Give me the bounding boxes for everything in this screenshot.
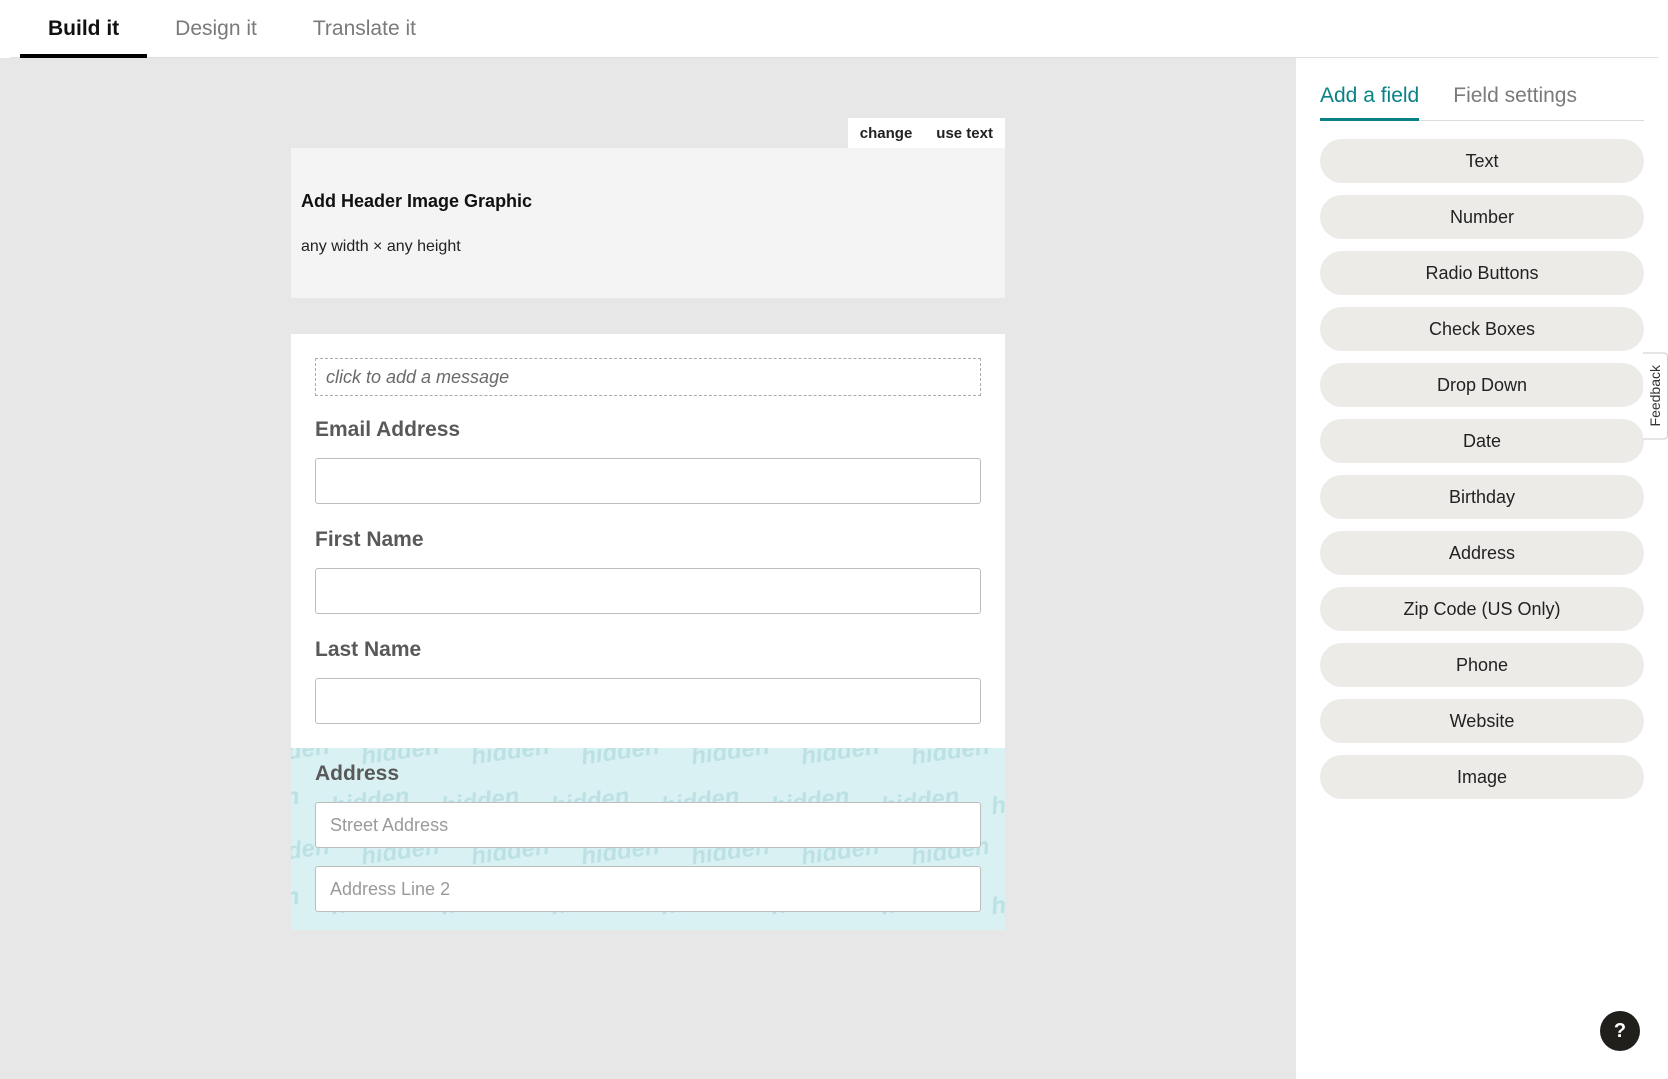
sidebar-tab-add-field[interactable]: Add a field: [1320, 78, 1419, 120]
field-type-zip-code-us-only[interactable]: Zip Code (US Only): [1320, 587, 1644, 631]
field-first-name-input[interactable]: [315, 568, 981, 614]
workspace: change use text Add Header Image Graphic…: [0, 58, 1668, 1079]
field-address-hidden[interactable]: hiddenhiddenhiddenhiddenhiddenhiddenhidd…: [291, 748, 1005, 930]
field-email-label: Email Address: [315, 418, 981, 442]
field-type-list: Text Number Radio Buttons Check Boxes Drop D…: [1320, 139, 1644, 799]
feedback-tab[interactable]: Feedback: [1643, 352, 1668, 439]
form-card: click to add a message Email Address Fir…: [291, 334, 1005, 930]
sidebar-tabs: Add a field Field settings: [1320, 78, 1644, 121]
sidebar: Add a field Field settings Text Number Rad…: [1296, 58, 1668, 1079]
sidebar-tab-field-settings[interactable]: Field settings: [1453, 78, 1577, 120]
field-email[interactable]: Email Address: [315, 418, 981, 504]
field-first-name[interactable]: First Name: [315, 528, 981, 614]
header-image-subtitle: any width × any height: [301, 238, 995, 256]
help-button[interactable]: ?: [1600, 1011, 1640, 1051]
field-type-birthday[interactable]: Birthday: [1320, 475, 1644, 519]
field-address-label: Address: [315, 762, 981, 786]
field-last-name[interactable]: Last Name: [315, 638, 981, 724]
header-image-title: Add Header Image Graphic: [301, 191, 995, 212]
top-tabs: Build it Design it Translate it: [10, 0, 1658, 58]
field-type-check-boxes[interactable]: Check Boxes: [1320, 307, 1644, 351]
tab-build[interactable]: Build it: [20, 0, 147, 57]
field-type-image[interactable]: Image: [1320, 755, 1644, 799]
tab-design[interactable]: Design it: [147, 0, 285, 57]
field-type-address[interactable]: Address: [1320, 531, 1644, 575]
form-message-slot[interactable]: click to add a message: [315, 358, 981, 396]
canvas: change use text Add Header Image Graphic…: [0, 58, 1296, 1079]
header-image-wrap: change use text Add Header Image Graphic…: [291, 148, 1005, 298]
field-address-street-input[interactable]: [315, 802, 981, 848]
field-type-radio-buttons[interactable]: Radio Buttons: [1320, 251, 1644, 295]
field-type-phone[interactable]: Phone: [1320, 643, 1644, 687]
field-email-input[interactable]: [315, 458, 981, 504]
field-first-name-label: First Name: [315, 528, 981, 552]
field-type-text[interactable]: Text: [1320, 139, 1644, 183]
field-type-website[interactable]: Website: [1320, 699, 1644, 743]
tab-translate[interactable]: Translate it: [285, 0, 444, 57]
header-use-text-button[interactable]: use text: [924, 125, 1005, 142]
field-last-name-input[interactable]: [315, 678, 981, 724]
field-address-line2-input[interactable]: [315, 866, 981, 912]
header-image-slot[interactable]: Add Header Image Graphic any width × any…: [291, 148, 1005, 298]
field-type-drop-down[interactable]: Drop Down: [1320, 363, 1644, 407]
header-image-actions: change use text: [848, 118, 1005, 148]
field-last-name-label: Last Name: [315, 638, 981, 662]
field-type-date[interactable]: Date: [1320, 419, 1644, 463]
canvas-inner: change use text Add Header Image Graphic…: [291, 148, 1005, 1079]
header-change-button[interactable]: change: [848, 125, 925, 142]
field-type-number[interactable]: Number: [1320, 195, 1644, 239]
